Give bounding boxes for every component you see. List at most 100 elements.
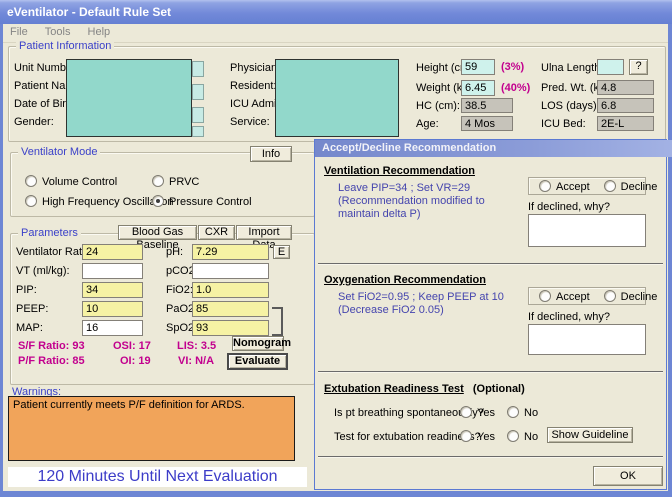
recommendation-panel-title: Accept/Decline Recommendation <box>322 142 496 154</box>
ulna-length-input[interactable] <box>597 59 624 75</box>
radio-pressure-control[interactable]: Pressure Control <box>152 195 252 208</box>
countdown-banner: 120 Minutes Until Next Evaluation <box>8 467 307 487</box>
hc-field: 38.5 <box>461 98 513 113</box>
pco2-input[interactable] <box>192 263 269 279</box>
info-button[interactable]: Info <box>250 146 292 162</box>
ventilation-decline-radio[interactable]: Decline <box>604 180 658 193</box>
peep-input[interactable]: 10 <box>82 301 143 317</box>
window-border-right <box>668 0 672 497</box>
radio-prvc[interactable]: PRVC <box>152 175 199 188</box>
spontaneous-yes-radio[interactable]: Yes <box>460 406 495 419</box>
fio2-label: FiO2: <box>166 284 193 296</box>
section-divider-1 <box>318 263 663 264</box>
lis-value: LIS: 3.5 <box>177 340 216 352</box>
age-field: 4 Mos <box>461 116 513 131</box>
decline-radio-icon <box>604 290 616 302</box>
osi-value: OSI: 17 <box>113 340 151 352</box>
pip-input[interactable]: 34 <box>82 282 143 298</box>
los-label: LOS (days): <box>541 100 600 112</box>
resident-label: Resident: <box>230 80 276 92</box>
physician-label: Physician: <box>230 62 280 74</box>
unit-number-field[interactable] <box>192 61 204 77</box>
ph-e-button[interactable]: E <box>273 245 290 259</box>
volume-control-radio-icon <box>25 175 37 187</box>
ventilation-recommendation-heading: Ventilation Recommendation <box>324 165 475 177</box>
oxygenation-declined-why-label: If declined, why? <box>528 311 610 323</box>
recommendation-panel-titlebar[interactable]: Accept/Decline Recommendation <box>315 140 672 157</box>
menu-file[interactable]: File <box>3 24 35 38</box>
oxygenation-declined-why-textarea[interactable] <box>528 324 646 355</box>
warnings-box: Patient currently meets P/F definition f… <box>8 396 295 461</box>
ventilator-rate-input[interactable]: 24 <box>82 244 143 260</box>
ph-label: pH: <box>166 246 183 258</box>
ulna-help-button[interactable]: ? <box>629 59 648 75</box>
icu-bed-label: ICU Bed: <box>541 118 586 130</box>
ventilation-accept-decline-group: Accept Decline <box>528 177 646 195</box>
los-field: 6.8 <box>597 98 654 113</box>
ok-button[interactable]: OK <box>593 466 663 486</box>
redaction-overlay-demographics <box>66 59 192 137</box>
height-input[interactable]: 59 <box>461 59 495 75</box>
extubation-optional-label: (Optional) <box>473 383 525 395</box>
pip-label: PIP: <box>16 284 37 296</box>
age-label: Age: <box>416 118 439 130</box>
vi-value: VI: N/A <box>178 355 214 367</box>
oi-value: OI: 19 <box>120 355 151 367</box>
extubation-no-radio[interactable]: No <box>507 430 538 443</box>
pao2-input[interactable]: 85 <box>192 301 269 317</box>
pao2-spo2-bracket <box>272 307 283 336</box>
peep-label: PEEP: <box>16 303 48 315</box>
weight-input[interactable]: 6.45 <box>461 80 495 96</box>
window-border-bottom <box>0 491 672 497</box>
ventilation-accept-radio[interactable]: Accept <box>539 180 590 193</box>
cxr-button[interactable]: CXR <box>198 225 235 240</box>
vt-input[interactable] <box>82 263 143 279</box>
radio-volume-control[interactable]: Volume Control <box>25 175 117 188</box>
window-title: eVentilator - Default Rule Set <box>7 5 171 19</box>
spo2-input[interactable]: 93 <box>192 320 269 336</box>
extubation-heading: Extubation Readiness Test <box>324 383 464 395</box>
pred-wt-field: 4.8 <box>597 80 654 95</box>
section-divider-3 <box>318 456 663 457</box>
spontaneous-no-radio[interactable]: No <box>507 406 538 419</box>
menu-help[interactable]: Help <box>81 24 118 38</box>
extubation-heading-row: Extubation Readiness Test (Optional) <box>324 383 525 395</box>
oxygenation-recommendation-text: Set FiO2=0.95 ; Keep PEEP at 10 (Decreas… <box>338 291 523 317</box>
icu-bed-field: 2E-L <box>597 116 654 131</box>
ph-input[interactable]: 7.29 <box>192 244 269 260</box>
yes-radio-icon <box>460 430 472 442</box>
weight-percentile: (40%) <box>501 82 530 94</box>
blood-gas-baseline-button[interactable]: Blood Gas Baseline <box>118 225 197 240</box>
ventilation-declined-why-textarea[interactable] <box>528 214 646 247</box>
pressure-control-radio-icon <box>152 195 164 207</box>
window-border-left <box>0 0 3 497</box>
ventilation-recommendation-text: Leave PIP=34 ; Set VR=29 (Recommendation… <box>338 182 523 221</box>
import-data-button[interactable]: Import Data <box>236 225 292 240</box>
map-input[interactable]: 16 <box>82 320 143 336</box>
no-radio-icon <box>507 430 519 442</box>
accept-radio-icon <box>539 180 551 192</box>
nomogram-button[interactable]: Nomogram <box>232 336 284 351</box>
prvc-radio-icon <box>152 175 164 187</box>
menu-tools[interactable]: Tools <box>38 24 78 38</box>
patient-name-field[interactable] <box>192 84 204 100</box>
patient-info-title: Patient Information <box>16 40 114 52</box>
yes-radio-icon <box>460 406 472 418</box>
hfo-radio-icon <box>25 195 37 207</box>
ventilator-rate-label: Ventilator Rate: <box>16 246 91 258</box>
decline-radio-icon <box>604 180 616 192</box>
gender-field[interactable] <box>192 126 204 137</box>
oxygenation-recommendation-heading: Oxygenation Recommendation <box>324 274 486 286</box>
warning-message: Patient currently meets P/F definition f… <box>13 399 245 411</box>
fio2-input[interactable]: 1.0 <box>192 282 269 298</box>
show-guideline-button[interactable]: Show Guideline <box>547 427 633 443</box>
extubation-yes-radio[interactable]: Yes <box>460 430 495 443</box>
oxygenation-accept-decline-group: Accept Decline <box>528 287 646 305</box>
app-window: eVentilator - Default Rule Set File Tool… <box>0 0 672 497</box>
oxygenation-decline-radio[interactable]: Decline <box>604 290 658 303</box>
evaluate-button[interactable]: Evaluate <box>227 353 288 370</box>
extubation-test-question: Test for extubation readiness? <box>334 431 481 443</box>
dob-field[interactable] <box>192 107 204 123</box>
oxygenation-accept-radio[interactable]: Accept <box>539 290 590 303</box>
title-bar[interactable]: eVentilator - Default Rule Set <box>0 0 672 24</box>
